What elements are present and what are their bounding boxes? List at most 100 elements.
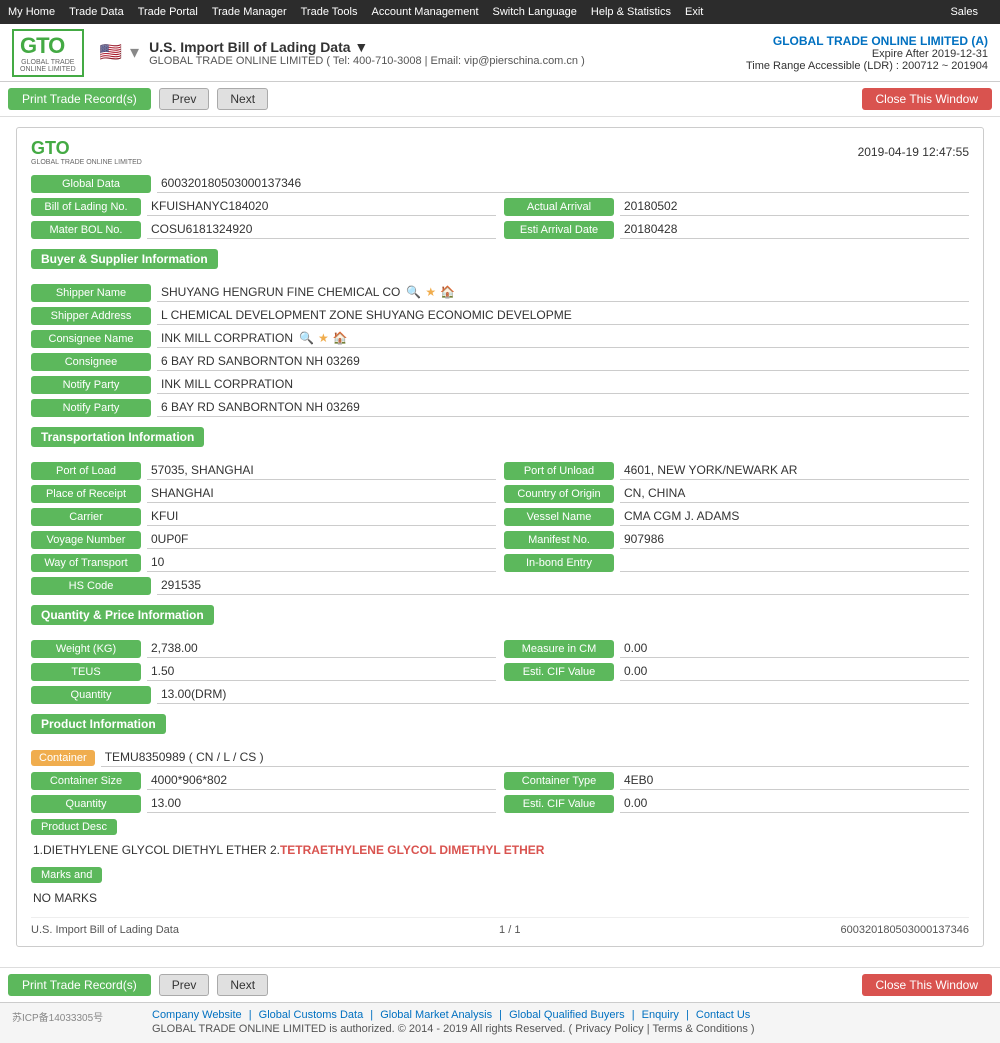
record-datetime: 2019-04-19 12:47:55	[858, 145, 969, 159]
hs-code-value: 291535	[157, 576, 969, 595]
transport-col: Way of Transport 10	[31, 553, 496, 572]
card-logo: GTO GLOBAL TRADE ONLINE LIMITED	[31, 138, 142, 166]
voyage-manifest-row: Voyage Number 0UP0F Manifest No. 907986	[31, 530, 969, 549]
next-button-bottom[interactable]: Next	[217, 974, 268, 996]
shipper-star-icon[interactable]: ★	[425, 285, 436, 299]
product-section-header: Product Information	[31, 714, 166, 734]
prev-button-top[interactable]: Prev	[159, 88, 210, 110]
qty2-label: Quantity	[31, 795, 141, 813]
consignee-value: 6 BAY RD SANBORNTON NH 03269	[157, 352, 969, 371]
toolbar-top: Print Trade Record(s) Prev Next Close Th…	[0, 82, 1000, 117]
consignee-label: Consignee	[31, 353, 151, 371]
footer-enquiry[interactable]: Enquiry	[642, 1009, 679, 1021]
mater-bol-row: Mater BOL No. COSU6181324920 Esti Arriva…	[31, 220, 969, 239]
footer-copyright-row: GLOBAL TRADE ONLINE LIMITED is authorize…	[152, 1023, 988, 1035]
footer-contact-us[interactable]: Contact Us	[696, 1009, 750, 1021]
qty2-col: Quantity 13.00	[31, 794, 496, 813]
consignee-star-icon[interactable]: ★	[318, 331, 329, 345]
logo-text: GTO	[20, 33, 76, 59]
marks-value: NO MARKS	[31, 887, 969, 909]
close-button-top[interactable]: Close This Window	[862, 88, 992, 110]
consignee-home-icon[interactable]: 🏠	[333, 331, 348, 345]
mater-bol-label: Mater BOL No.	[31, 221, 141, 239]
nav-exit[interactable]: Exit	[685, 6, 703, 18]
consignee-search-icon[interactable]: 🔍	[299, 331, 314, 345]
page-footer: 苏ICP备14033305号 Company Website | Global …	[0, 1002, 1000, 1043]
consignee-name-label: Consignee Name	[31, 330, 151, 348]
shipper-name-text: SHUYANG HENGRUN FINE CHEMICAL CO	[161, 285, 400, 299]
product-desc-part2: TETRAETHYLENE GLYCOL DIMETHYL ETHER	[280, 843, 544, 857]
receipt-origin-row: Place of Receipt SHANGHAI Country of Ori…	[31, 484, 969, 503]
buyer-supplier-section-header: Buyer & Supplier Information	[31, 249, 218, 269]
nav-trade-data[interactable]: Trade Data	[69, 6, 124, 18]
record-footer-id: 600320180503000137346	[841, 924, 969, 936]
carrier-vessel-row: Carrier KFUI Vessel Name CMA CGM J. ADAM…	[31, 507, 969, 526]
footer-global-buyers[interactable]: Global Qualified Buyers	[509, 1009, 625, 1021]
consignee-name-row: Consignee Name INK MILL CORPRATION 🔍 ★ 🏠	[31, 329, 969, 348]
close-button-bottom[interactable]: Close This Window	[862, 974, 992, 996]
marks-area: Marks and NO MARKS	[31, 867, 969, 909]
nav-help-statistics[interactable]: Help & Statistics	[591, 6, 671, 18]
manifest-value: 907986	[620, 530, 969, 549]
shipper-name-value-area: SHUYANG HENGRUN FINE CHEMICAL CO 🔍 ★ 🏠	[157, 283, 969, 302]
weight-measure-row: Weight (KG) 2,738.00 Measure in CM 0.00	[31, 639, 969, 658]
esti-arrival-value: 20180428	[620, 220, 969, 239]
record-footer: U.S. Import Bill of Lading Data 1 / 1 60…	[31, 917, 969, 936]
shipper-search-icon[interactable]: 🔍	[406, 285, 421, 299]
teus-label: TEUS	[31, 663, 141, 681]
main-content: GTO GLOBAL TRADE ONLINE LIMITED 2019-04-…	[0, 117, 1000, 967]
container-value: TEMU8350989 ( CN / L / CS )	[101, 748, 969, 767]
nav-my-home[interactable]: My Home	[8, 6, 55, 18]
time-range: Time Range Accessible (LDR) : 200712 ~ 2…	[746, 60, 988, 72]
receipt-label: Place of Receipt	[31, 485, 141, 503]
actual-arrival-value: 20180502	[620, 197, 969, 216]
footer-global-market[interactable]: Global Market Analysis	[380, 1009, 492, 1021]
mater-bol-col: Mater BOL No. COSU6181324920	[31, 220, 496, 239]
nav-trade-tools[interactable]: Trade Tools	[301, 6, 358, 18]
bol-label: Bill of Lading No.	[31, 198, 141, 216]
manifest-label: Manifest No.	[504, 531, 614, 549]
container-size-type-row: Container Size 4000*906*802 Container Ty…	[31, 771, 969, 790]
notify-party-value: INK MILL CORPRATION	[157, 375, 969, 394]
container-size-col: Container Size 4000*906*802	[31, 771, 496, 790]
nav-trade-manager[interactable]: Trade Manager	[212, 6, 287, 18]
container-size-label: Container Size	[31, 772, 141, 790]
print-button-bottom[interactable]: Print Trade Record(s)	[8, 974, 151, 996]
print-button-top[interactable]: Print Trade Record(s)	[8, 88, 151, 110]
nav-trade-portal[interactable]: Trade Portal	[138, 6, 198, 18]
shipper-home-icon[interactable]: 🏠	[440, 285, 455, 299]
vessel-value: CMA CGM J. ADAMS	[620, 507, 969, 526]
logo-subtitle: GLOBAL TRADEONLINE LIMITED	[20, 59, 76, 73]
card-logo-sub: GLOBAL TRADE ONLINE LIMITED	[31, 159, 142, 166]
voyage-col: Voyage Number 0UP0F	[31, 530, 496, 549]
nav-sales[interactable]: Sales	[950, 6, 978, 18]
receipt-value: SHANGHAI	[147, 484, 496, 503]
teus-cif-row: TEUS 1.50 Esti. CIF Value 0.00	[31, 662, 969, 681]
footer-global-customs[interactable]: Global Customs Data	[259, 1009, 364, 1021]
nav-account-management[interactable]: Account Management	[372, 6, 479, 18]
container-type-value: 4EB0	[620, 771, 969, 790]
inbond-label: In-bond Entry	[504, 554, 614, 572]
cif2-col: Esti. CIF Value 0.00	[504, 794, 969, 813]
next-button-top[interactable]: Next	[217, 88, 268, 110]
consignee-name-text: INK MILL CORPRATION	[161, 331, 293, 345]
footer-company-website[interactable]: Company Website	[152, 1009, 242, 1021]
dropdown-arrow-icon[interactable]: ▾	[130, 42, 139, 63]
prev-button-bottom[interactable]: Prev	[159, 974, 210, 996]
origin-col: Country of Origin CN, CHINA	[504, 484, 969, 503]
container-row: Container TEMU8350989 ( CN / L / CS )	[31, 748, 969, 767]
bol-arrival-row: Bill of Lading No. KFUISHANYC184020 Actu…	[31, 197, 969, 216]
quantity-section-header: Quantity & Price Information	[31, 605, 214, 625]
nav-switch-language[interactable]: Switch Language	[493, 6, 577, 18]
container-label-badge: Container	[31, 750, 95, 766]
shipper-name-label: Shipper Name	[31, 284, 151, 302]
hs-code-label: HS Code	[31, 577, 151, 595]
logo-box: GTO GLOBAL TRADEONLINE LIMITED	[12, 29, 84, 77]
product-desc-label: Product Desc	[31, 819, 117, 835]
weight-label: Weight (KG)	[31, 640, 141, 658]
qty2-cif2-row: Quantity 13.00 Esti. CIF Value 0.00	[31, 794, 969, 813]
shipper-name-row: Shipper Name SHUYANG HENGRUN FINE CHEMIC…	[31, 283, 969, 302]
company-name: GLOBAL TRADE ONLINE LIMITED (A)	[746, 34, 988, 48]
marks-label: Marks and	[31, 867, 102, 883]
origin-value: CN, CHINA	[620, 484, 969, 503]
